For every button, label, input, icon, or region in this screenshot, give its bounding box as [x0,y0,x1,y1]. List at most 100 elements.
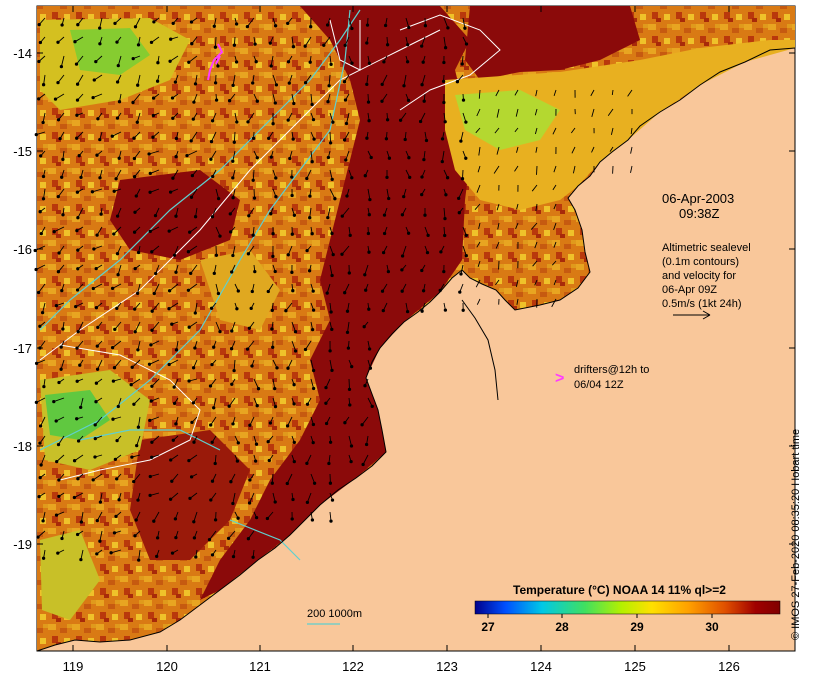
velocity-arrow-head [171,438,175,442]
velocity-arrow-head [42,384,46,389]
velocity-arrow-head [189,195,194,199]
velocity-arrow-head [171,116,175,120]
velocity-arrow-head [168,59,172,63]
velocity-arrow-head [230,382,234,386]
velocity-arrow-head [187,379,191,383]
velocity-arrow-head [226,536,231,541]
velocity-arrow-head [312,481,317,485]
velocity-arrow-head [173,80,178,84]
velocity-arrow-head [311,117,316,122]
velocity-arrow-head [135,443,139,448]
x-tick-label: 119 [63,659,84,674]
velocity-arrow-head [189,20,194,24]
velocity-arrow-head [460,177,465,181]
velocity-arrow-head [94,306,99,310]
velocity-arrow-head [426,233,430,238]
velocity-arrow-head [113,21,117,26]
velocity-arrow-head [210,440,214,444]
velocity-arrow-head [133,534,137,538]
velocity-arrow-head [305,402,310,406]
velocity-arrow-head [274,176,278,180]
velocity-arrow-head [330,327,334,332]
velocity-arrow-head [191,366,196,370]
velocity-arrow-head [340,214,344,218]
velocity-arrow-head [213,45,218,49]
velocity-arrow-head [116,273,120,277]
velocity-arrow-head [38,210,42,214]
velocity-arrow-head [292,213,297,217]
velocity-arrow-head [361,462,365,467]
velocity-arrow-head [95,552,99,556]
y-tick-label: -19 [13,537,32,552]
altimetry-note-line: and velocity for [662,270,736,282]
velocity-arrow-head [463,26,467,30]
velocity-arrow-head [174,214,178,218]
velocity-arrow-head [422,157,426,162]
velocity-arrow-head [41,556,46,560]
velocity-arrow-head [61,213,65,217]
velocity-arrow-head [216,196,221,201]
velocity-arrow-head [266,440,270,444]
velocity-arrow-head [155,554,159,559]
velocity-arrow-head [110,134,114,138]
credit-line: © IMOS 27-Feb-2020 08:35:20 Hobart time [790,428,802,640]
velocity-arrow-head [345,309,350,313]
velocity-arrow-head [400,254,405,258]
velocity-arrow-head [364,442,369,447]
velocity-arrow-head [75,532,80,537]
altimetry-note-line: Altimetric sealevel [662,242,751,254]
velocity-arrow-head [58,136,62,141]
velocity-arrow-head [291,45,296,49]
velocity-arrow-head [425,250,430,255]
velocity-arrow-head [402,84,406,88]
velocity-arrow-head [291,137,295,141]
velocity-arrow-head [92,247,96,251]
velocity-arrow-head [213,518,218,522]
velocity-arrow-head [363,384,367,388]
velocity-arrow-head [324,401,328,405]
velocity-arrow-head [212,24,216,28]
velocity-arrow-head [130,365,134,369]
velocity-arrow-head [109,551,113,555]
velocity-arrow-head [37,97,41,101]
velocity-arrow-head [111,379,116,383]
velocity-arrow-head [369,155,373,160]
velocity-arrow-head [292,402,296,406]
velocity-arrow-head [155,79,160,83]
velocity-arrow-head [293,330,298,334]
velocity-arrow-head [90,190,95,194]
velocity-arrow-head [383,23,388,28]
velocity-arrow-head [326,155,331,160]
velocity-arrow-head [273,24,278,28]
velocity-arrow-head [310,327,315,332]
velocity-arrow-head [147,362,152,366]
velocity-arrow-head [131,56,135,61]
velocity-arrow-head [54,303,59,308]
velocity-arrow-head [311,308,316,312]
velocity-arrow-head [231,422,235,426]
velocity-arrow-head [340,252,344,256]
velocity-arrow-head [136,348,140,352]
velocity-arrow-head [188,230,192,234]
velocity-arrow-head [322,43,326,47]
velocity-arrow-head [284,309,288,313]
velocity-arrow-head [133,307,137,311]
velocity-arrow-head [34,267,38,272]
velocity-arrow-head [170,322,174,326]
velocity-arrow-head [56,40,60,44]
velocity-arrow-head [190,42,194,46]
velocity-arrow-head [464,156,468,160]
title-date: 06-Apr-2003 [662,191,734,206]
velocity-arrow-head [441,79,446,84]
velocity-arrow-head [274,195,278,199]
velocity-arrow-head [232,368,236,373]
velocity-arrow-head [98,500,103,504]
velocity-arrow-head [402,194,406,199]
velocity-arrow-head [115,438,119,443]
velocity-arrow-head [387,196,391,201]
velocity-arrow-head [112,531,117,535]
velocity-arrow-head [385,118,390,122]
velocity-arrow-head [37,59,41,64]
velocity-arrow-head [154,271,158,276]
velocity-arrow-head [290,517,294,521]
